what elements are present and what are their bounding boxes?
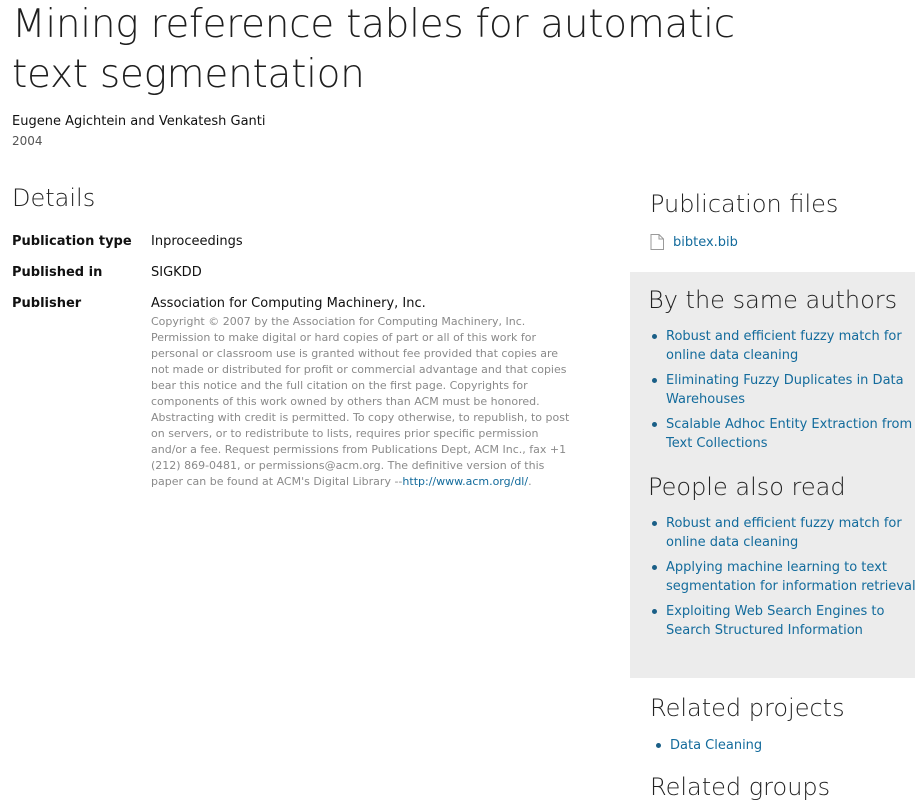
related-projects-list: Data Cleaning	[650, 736, 915, 761]
same-authors-heading: By the same authors	[648, 286, 898, 314]
related-project-link[interactable]: Data Cleaning	[670, 738, 762, 753]
detail-label: Publication type	[12, 234, 132, 249]
detail-value: SIGKDD	[151, 265, 202, 280]
related-publications-panel: By the same authors Robust and efficient…	[630, 272, 915, 678]
file-item[interactable]: bibtex.bib	[650, 234, 738, 250]
same-authors-list: Robust and efficient fuzzy match for onl…	[648, 327, 915, 459]
list-item[interactable]: Robust and efficient fuzzy match for onl…	[652, 327, 915, 365]
people-also-read-heading: People also read	[648, 473, 846, 501]
detail-value: Inproceedings	[151, 234, 243, 249]
copyright-text: Copyright © 2007 by the Association for …	[151, 315, 570, 488]
also-read-link[interactable]: Exploiting Web Search Engines to Search …	[666, 604, 884, 638]
same-authors-link[interactable]: Eliminating Fuzzy Duplicates in Data War…	[666, 373, 904, 407]
list-item[interactable]: Data Cleaning	[656, 736, 915, 755]
list-item[interactable]: Scalable Adhoc Entity Extraction from Te…	[652, 415, 915, 453]
document-icon	[650, 234, 664, 250]
related-projects-heading: Related projects	[650, 694, 845, 722]
acm-digital-library-link[interactable]: http://www.acm.org/dl/	[402, 475, 528, 488]
page-title: Mining reference tables for automatic te…	[12, 2, 735, 97]
publication-files-heading: Publication files	[650, 190, 839, 218]
same-authors-link[interactable]: Scalable Adhoc Entity Extraction from Te…	[666, 417, 912, 451]
detail-label: Publisher	[12, 296, 82, 311]
bibtex-file-link[interactable]: bibtex.bib	[673, 235, 738, 250]
detail-label: Published in	[12, 265, 103, 280]
details-heading: Details	[12, 184, 96, 212]
publication-year: 2004	[12, 134, 43, 148]
people-also-read-list: Robust and efficient fuzzy match for onl…	[648, 514, 915, 646]
list-item[interactable]: Applying machine learning to text segmen…	[652, 558, 915, 596]
related-groups-heading: Related groups	[650, 773, 831, 801]
also-read-link[interactable]: Robust and efficient fuzzy match for onl…	[666, 516, 902, 550]
copyright-notice: Copyright © 2007 by the Association for …	[151, 314, 575, 490]
copyright-end: .	[528, 475, 532, 488]
detail-value: Association for Computing Machinery, Inc…	[151, 296, 426, 311]
publication-files-section: Publication files	[650, 190, 838, 218]
list-item[interactable]: Eliminating Fuzzy Duplicates in Data War…	[652, 371, 915, 409]
list-item[interactable]: Robust and efficient fuzzy match for onl…	[652, 514, 915, 552]
authors: Eugene Agichtein and Venkatesh Ganti	[12, 114, 266, 129]
same-authors-link[interactable]: Robust and efficient fuzzy match for onl…	[666, 329, 902, 363]
list-item[interactable]: Exploiting Web Search Engines to Search …	[652, 602, 915, 640]
also-read-link[interactable]: Applying machine learning to text segmen…	[666, 560, 915, 594]
